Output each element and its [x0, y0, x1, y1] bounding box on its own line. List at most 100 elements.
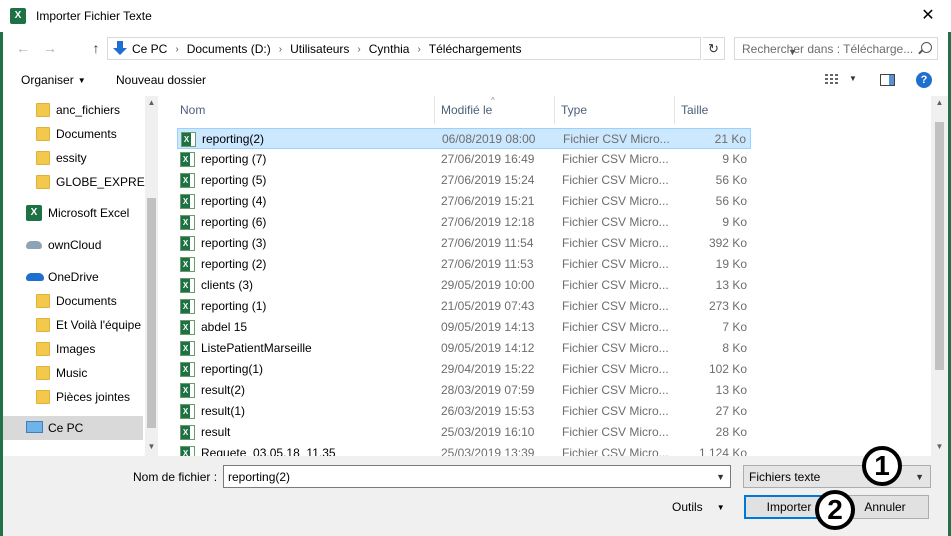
csv-file-icon	[181, 132, 196, 147]
breadcrumb-item[interactable]: Ce PC	[132, 42, 167, 56]
up-button[interactable]: ↑	[87, 39, 105, 57]
file-type-select[interactable]: Fichiers texte ▼	[743, 465, 931, 488]
file-type: Fichier CSV Micro...	[562, 383, 669, 397]
file-size: 9 Ko	[722, 215, 747, 229]
sidebar-item[interactable]: essity	[3, 146, 143, 170]
sidebar-item[interactable]: Documents	[3, 289, 143, 313]
breadcrumb-item[interactable]: Cynthia	[369, 42, 410, 56]
sidebar-item[interactable]: Et Voilà l'équipe	[3, 313, 143, 337]
sidebar-item[interactable]: Ce PC	[3, 416, 143, 440]
file-row[interactable]: abdel 15 09/05/2019 14:13 Fichier CSV Micr…	[177, 317, 751, 338]
file-row[interactable]: reporting (3) 27/06/2019 11:54 Fichier CSV…	[177, 233, 751, 254]
file-row[interactable]: clients (3) 29/05/2019 10:00 Fichier CSV M…	[177, 275, 751, 296]
excel-app-icon: X	[10, 8, 26, 24]
help-icon[interactable]: ?	[916, 72, 932, 88]
file-row[interactable]: reporting (4) 27/06/2019 15:21 Fichier CSV…	[177, 191, 751, 212]
file-row[interactable]: Requete_03.05.18_11.35 25/03/2019 13:39 Fi…	[177, 443, 751, 456]
file-row[interactable]: reporting (1) 21/05/2019 07:43 Fichier CSV…	[177, 296, 751, 317]
filename-field[interactable]: reporting(2) ▼	[223, 465, 731, 488]
file-row[interactable]: reporting (6) 27/06/2019 12:18 Fichier CSV…	[177, 212, 751, 233]
file-name: Requete_03.05.18_11.35	[201, 446, 336, 456]
file-name: ListePatientMarseille	[201, 341, 312, 355]
file-name: reporting (4)	[201, 194, 267, 208]
sidebar-item-label: Documents	[56, 127, 117, 141]
scroll-down-icon[interactable]: ▼	[931, 442, 948, 451]
back-button[interactable]: ←	[14, 39, 32, 57]
file-row[interactable]: result(2) 28/03/2019 07:59 Fichier CSV Mic…	[177, 380, 751, 401]
file-list-scroll-thumb[interactable]	[935, 122, 944, 370]
file-row[interactable]: result(1) 26/03/2019 15:53 Fichier CSV Mic…	[177, 401, 751, 422]
file-row[interactable]: reporting (5) 27/06/2019 15:24 Fichier CSV…	[177, 170, 751, 191]
file-type: Fichier CSV Micro...	[562, 425, 669, 439]
sidebar-item[interactable]: OneDrive	[3, 265, 143, 289]
column-name[interactable]: Nom	[174, 96, 435, 124]
forward-button[interactable]: →	[41, 39, 59, 57]
file-date: 25/03/2019 13:39	[441, 446, 535, 456]
breadcrumb-item[interactable]: Téléchargements	[429, 42, 522, 56]
close-button[interactable]: ✕	[905, 0, 951, 32]
csv-file-icon	[180, 152, 195, 167]
tools-menu[interactable]: Outils ▼	[672, 500, 725, 514]
file-list-scrollbar[interactable]: ▲ ▼	[931, 96, 948, 456]
organize-menu[interactable]: Organiser ▼	[21, 73, 86, 87]
file-row[interactable]: reporting(2) 06/08/2019 08:00 Fichier CSV …	[177, 128, 751, 149]
breadcrumb-separator-icon[interactable]: ›	[417, 44, 420, 55]
chevron-down-icon: ▼	[915, 472, 924, 482]
navigation-bar: ← → ↑ Ce PC › Documents (D:) › Utilisateurs ›…	[3, 32, 948, 64]
address-bar[interactable]: Ce PC › Documents (D:) › Utilisateurs › Cynthi…	[107, 37, 797, 60]
file-size: 19 Ko	[715, 257, 747, 271]
file-type: Fichier CSV Micro...	[562, 173, 669, 187]
search-icon	[921, 42, 932, 53]
file-row[interactable]: reporting (7) 27/06/2019 16:49 Fichier CSV…	[177, 149, 751, 170]
file-row[interactable]: result 25/03/2019 16:10 Fichier CSV Micro.…	[177, 422, 751, 443]
title-bar: X Importer Fichier Texte ✕	[0, 0, 951, 32]
csv-file-icon	[180, 215, 195, 230]
sidebar-item[interactable]: Music	[3, 361, 143, 385]
file-row[interactable]: ListePatientMarseille 09/05/2019 14:12 Fic…	[177, 338, 751, 359]
scroll-up-icon[interactable]: ▲	[145, 98, 158, 107]
column-size[interactable]: Taille	[675, 96, 751, 124]
refresh-button[interactable]: ↻	[703, 37, 725, 60]
file-name: result(2)	[201, 383, 246, 397]
file-size: 273 Ko	[708, 299, 747, 313]
view-options-icon[interactable]	[825, 74, 839, 86]
column-type[interactable]: Type	[555, 96, 675, 124]
sidebar-item[interactable]: Documents	[3, 122, 143, 146]
column-name-label: Nom	[180, 103, 206, 117]
new-folder-button[interactable]: Nouveau dossier	[116, 73, 206, 87]
scroll-up-icon[interactable]: ▲	[931, 98, 948, 107]
breadcrumb-separator-icon[interactable]: ›	[279, 44, 282, 55]
file-date: 27/06/2019 16:49	[441, 152, 535, 166]
file-name: reporting (1)	[201, 299, 267, 313]
column-modified-label: Modifié le	[441, 103, 493, 117]
sidebar-scrollbar[interactable]: ▲ ▼	[145, 96, 158, 456]
preview-pane-icon[interactable]	[880, 74, 895, 86]
sidebar-item-label: Pièces jointes	[56, 390, 131, 404]
chevron-down-icon[interactable]: ▼	[716, 472, 725, 482]
breadcrumb-separator-icon[interactable]: ›	[175, 44, 178, 55]
file-date: 29/04/2019 15:22	[441, 362, 535, 376]
breadcrumb-item[interactable]: Utilisateurs	[290, 42, 349, 56]
sidebar-item[interactable]: ownCloud	[3, 233, 143, 257]
file-name: clients (3)	[201, 278, 254, 292]
sidebar-item[interactable]: Pièces jointes	[3, 385, 143, 409]
file-size: 7 Ko	[722, 320, 747, 334]
sidebar-item[interactable]: anc_fichiers	[3, 98, 143, 122]
folder-icon	[36, 366, 50, 380]
breadcrumb-item[interactable]: Documents (D:)	[187, 42, 271, 56]
file-date: 26/03/2019 15:53	[441, 404, 535, 418]
sidebar-item[interactable]: Images	[3, 337, 143, 361]
file-row[interactable]: reporting (2) 27/06/2019 11:53 Fichier CSV…	[177, 254, 751, 275]
column-modified[interactable]: ^ Modifié le	[435, 96, 555, 124]
sidebar-item-label: Music	[56, 366, 88, 380]
sidebar-item[interactable]: GLOBE_EXPRESS	[3, 170, 158, 194]
file-row[interactable]: reporting(1) 29/04/2019 15:22 Fichier CSV …	[177, 359, 751, 380]
view-dropdown-icon[interactable]: ▼	[849, 74, 857, 83]
breadcrumb-separator-icon[interactable]: ›	[357, 44, 360, 55]
sidebar-scroll-thumb[interactable]	[147, 198, 156, 428]
scroll-down-icon[interactable]: ▼	[145, 442, 158, 451]
file-type: Fichier CSV Micro...	[562, 362, 669, 376]
search-input[interactable]: Rechercher dans : Télécharge...	[734, 37, 938, 60]
file-date: 27/06/2019 15:24	[441, 173, 535, 187]
sidebar-item[interactable]: X Microsoft Excel	[3, 201, 143, 225]
